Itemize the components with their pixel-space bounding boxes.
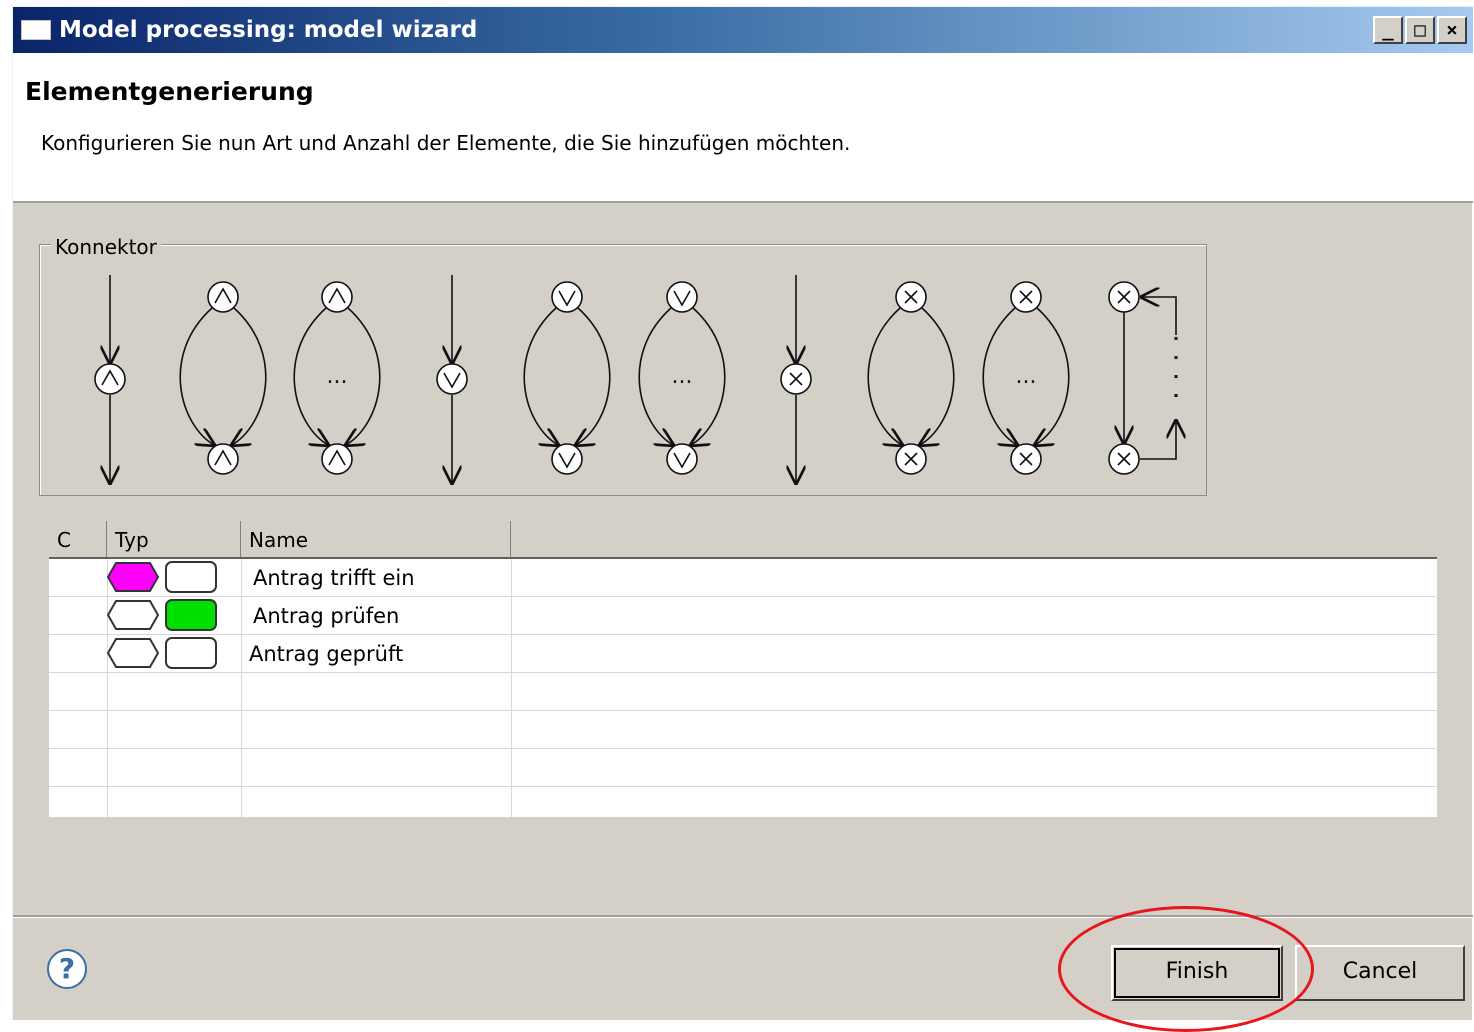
element-name[interactable]: Antrag prüfen xyxy=(253,597,399,633)
event-type-swatch[interactable] xyxy=(107,637,159,669)
table-header: C Typ Name xyxy=(49,521,1437,559)
finish-button[interactable]: Finish xyxy=(1111,945,1283,1001)
element-name[interactable]: Antrag trifft ein xyxy=(253,559,415,595)
table-row[interactable] xyxy=(49,787,1437,817)
element-name[interactable]: Antrag geprüft xyxy=(249,635,403,671)
event-hexagon xyxy=(107,562,159,592)
xor-split-join-multi-icon[interactable]: ... xyxy=(982,281,1070,475)
column-header-typ[interactable]: Typ xyxy=(107,521,241,557)
or-split-join-multi-icon[interactable]: ... xyxy=(638,281,726,475)
xor-sequence-icon[interactable] xyxy=(780,275,812,483)
page-title: Elementgenerierung xyxy=(25,77,314,106)
maximize-button[interactable]: □ xyxy=(1405,16,1435,44)
cancel-button[interactable]: Cancel xyxy=(1295,945,1465,1001)
xor-loop-icon[interactable] xyxy=(1108,281,1176,475)
function-type-swatch[interactable] xyxy=(165,599,217,631)
minimize-button[interactable]: _ xyxy=(1373,16,1403,44)
table-row[interactable]: Antrag geprüft xyxy=(49,635,1437,673)
window-icon xyxy=(21,20,51,40)
window-controls: _ □ × xyxy=(1373,16,1467,44)
or-sequence-icon[interactable] xyxy=(436,275,468,483)
table-row[interactable] xyxy=(49,711,1437,749)
title-bar[interactable]: Model processing: model wizard _ □ × xyxy=(13,7,1473,53)
wizard-header: Elementgenerierung Konfigurieren Sie nun… xyxy=(13,53,1473,203)
connector-palette: ... ... ... xyxy=(94,275,1208,497)
close-button[interactable]: × xyxy=(1437,16,1467,44)
table-row[interactable]: Antrag trifft ein xyxy=(49,559,1437,597)
svg-text:...: ... xyxy=(672,364,693,389)
svg-text:...: ... xyxy=(1016,364,1037,389)
event-hexagon xyxy=(107,638,159,668)
event-type-swatch[interactable] xyxy=(107,599,159,631)
column-header-c[interactable]: C xyxy=(49,521,107,557)
connector-group-label: Konnektor xyxy=(51,235,161,259)
page-description: Konfigurieren Sie nun Art und Anzahl der… xyxy=(41,131,851,155)
column-header-name[interactable]: Name xyxy=(241,521,511,557)
window-title: Model processing: model wizard xyxy=(59,17,478,43)
table-row[interactable] xyxy=(49,749,1437,787)
wizard-window: Model processing: model wizard _ □ × Ele… xyxy=(12,6,1473,1020)
xor-split-join-icon[interactable] xyxy=(867,281,955,475)
and-sequence-icon[interactable] xyxy=(94,275,126,483)
or-split-join-icon[interactable] xyxy=(523,281,611,475)
help-button[interactable]: ? xyxy=(47,949,87,989)
table-row[interactable] xyxy=(49,673,1437,711)
event-hexagon xyxy=(107,600,159,630)
table-row[interactable]: Antrag prüfen xyxy=(49,597,1437,635)
event-type-swatch[interactable] xyxy=(107,561,159,593)
and-split-join-multi-icon[interactable]: ... xyxy=(293,281,381,475)
footer-separator xyxy=(13,915,1473,918)
connector-group: ... ... ... xyxy=(39,244,1207,496)
svg-text:...: ... xyxy=(327,364,348,389)
element-table[interactable]: C Typ Name Antrag trifft ein Antrag prüf… xyxy=(49,521,1437,817)
function-type-swatch[interactable] xyxy=(165,637,217,669)
and-split-join-icon[interactable] xyxy=(179,281,267,475)
function-type-swatch[interactable] xyxy=(165,561,217,593)
